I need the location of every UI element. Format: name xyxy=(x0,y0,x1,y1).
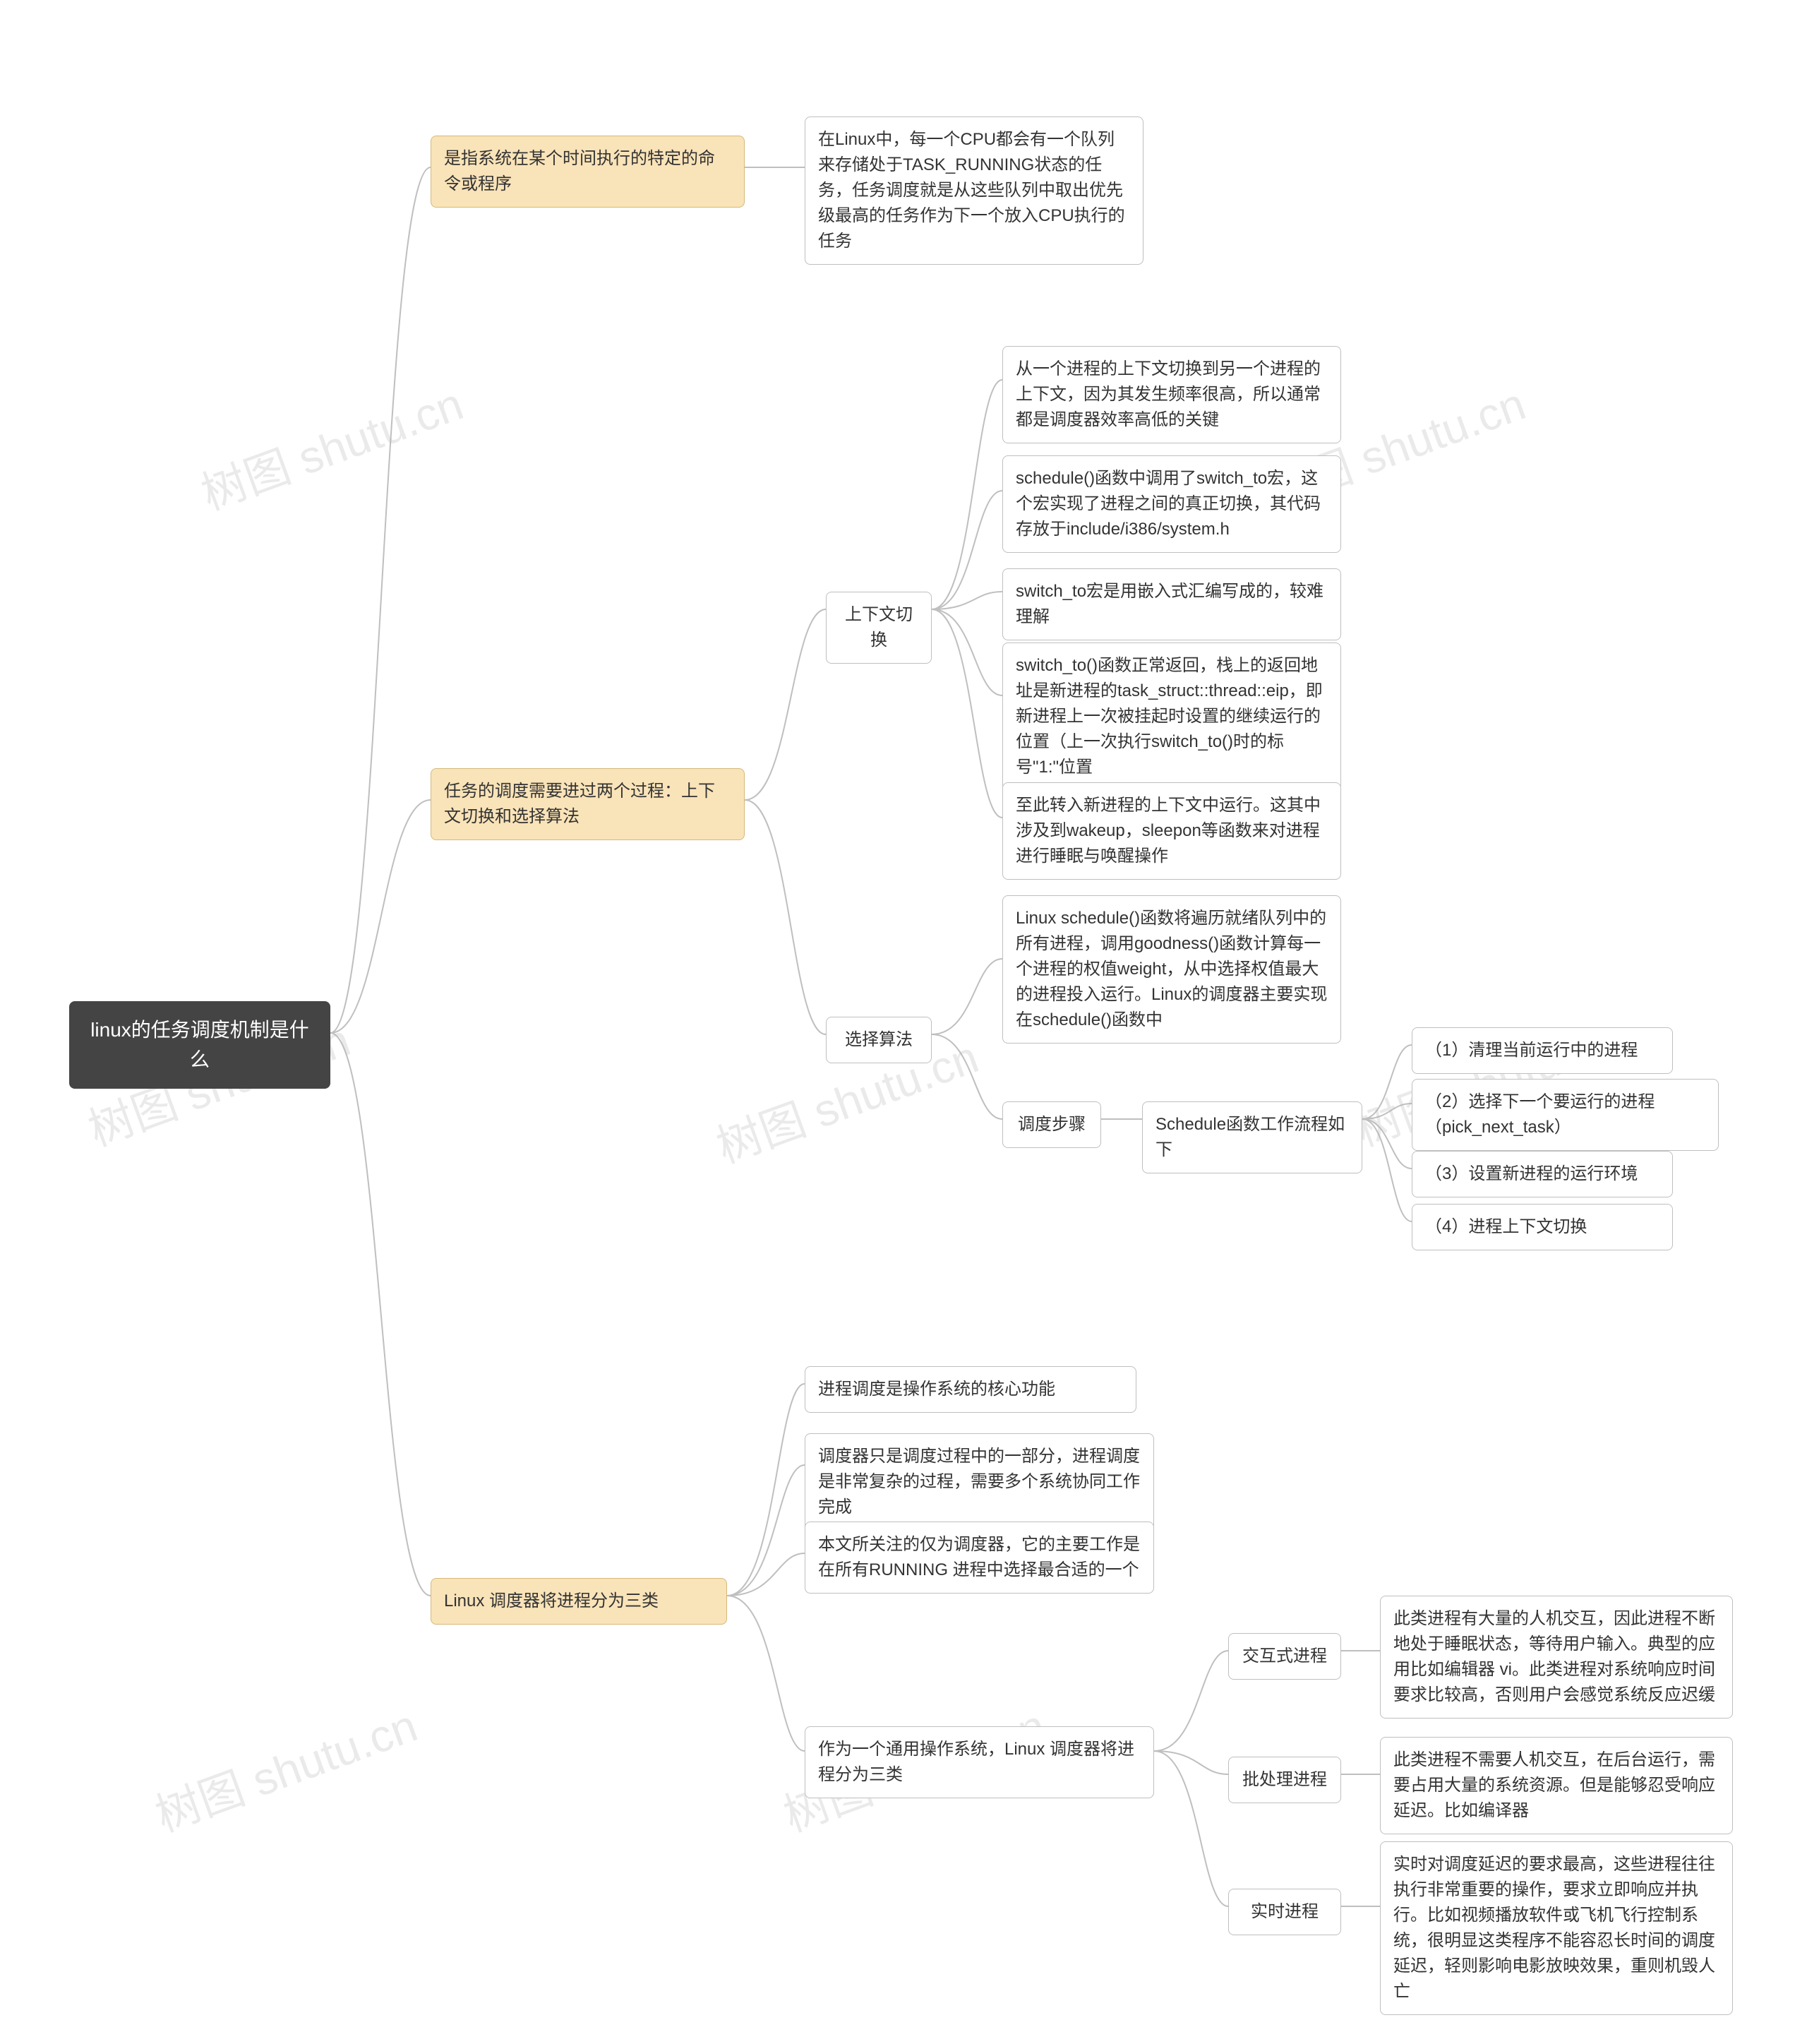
select-algorithm: 选择算法 xyxy=(826,1017,932,1063)
definition-desc: 在Linux中，每一个CPU都会有一个队列来存储处于TASK_RUNNING状态… xyxy=(805,116,1143,265)
b3-cat: 作为一个通用操作系统，Linux 调度器将进程分为三类 xyxy=(805,1726,1154,1798)
branch-three-classes: Linux 调度器将进程分为三类 xyxy=(431,1578,727,1625)
context-switch: 上下文切换 xyxy=(826,592,932,664)
step-3: （3）设置新进程的运行环境 xyxy=(1412,1151,1673,1197)
b3-p1: 进程调度是操作系统的核心功能 xyxy=(805,1366,1136,1413)
cat-realtime-desc: 实时对调度延迟的要求最高，这些进程往往执行非常重要的操作，要求立即响应并执行。比… xyxy=(1380,1841,1733,2015)
b3-p2: 调度器只是调度过程中的一部分，进程调度是非常复杂的过程，需要多个系统协同工作完成 xyxy=(805,1433,1154,1531)
ctx-c4: switch_to()函数正常返回，栈上的返回地址是新进程的task_struc… xyxy=(1002,643,1341,791)
mindmap-canvas: 树图 shutu.cn 树图 shutu.cn 树图 shutu.cn 树图 s… xyxy=(0,0,1807,2044)
cat-realtime: 实时进程 xyxy=(1228,1889,1341,1935)
step-2: （2）选择下一个要运行的进程（pick_next_task） xyxy=(1412,1079,1719,1151)
cat-interactive-desc: 此类进程有大量的人机交互，因此进程不断地处于睡眠状态，等待用户输入。典型的应用比… xyxy=(1380,1596,1733,1719)
watermark: 树图 shutu.cn xyxy=(191,368,471,522)
step-1: （1）清理当前运行中的进程 xyxy=(1412,1027,1673,1074)
branch-definition: 是指系统在某个时间执行的特定的命令或程序 xyxy=(431,136,745,208)
watermark: 树图 shutu.cn xyxy=(145,1690,425,1844)
sel-desc: Linux schedule()函数将遍历就绪队列中的所有进程，调用goodne… xyxy=(1002,895,1341,1044)
ctx-c3: switch_to宏是用嵌入式汇编写成的，较难理解 xyxy=(1002,568,1341,640)
cat-batch: 批处理进程 xyxy=(1228,1757,1341,1803)
cat-batch-desc: 此类进程不需要人机交互，在后台运行，需要占用大量的系统资源。但是能够忍受响应延迟… xyxy=(1380,1737,1733,1834)
schedule-steps: 调度步骤 xyxy=(1002,1101,1101,1148)
step-4: （4）进程上下文切换 xyxy=(1412,1204,1673,1250)
ctx-c2: schedule()函数中调用了switch_to宏，这个宏实现了进程之间的真正… xyxy=(1002,455,1341,553)
b3-p3: 本文所关注的仅为调度器，它的主要工作是在所有RUNNING 进程中选择最合适的一… xyxy=(805,1522,1154,1594)
ctx-c1: 从一个进程的上下文切换到另一个进程的上下文，因为其发生频率很高，所以通常都是调度… xyxy=(1002,346,1341,443)
root-node: linux的任务调度机制是什么 xyxy=(69,1001,330,1089)
branch-two-processes: 任务的调度需要进过两个过程：上下文切换和选择算法 xyxy=(431,768,745,840)
cat-interactive: 交互式进程 xyxy=(1228,1633,1341,1680)
schedule-sub: Schedule函数工作流程如下 xyxy=(1142,1101,1362,1173)
ctx-c5: 至此转入新进程的上下文中运行。这其中涉及到wakeup，sleepon等函数来对… xyxy=(1002,782,1341,880)
